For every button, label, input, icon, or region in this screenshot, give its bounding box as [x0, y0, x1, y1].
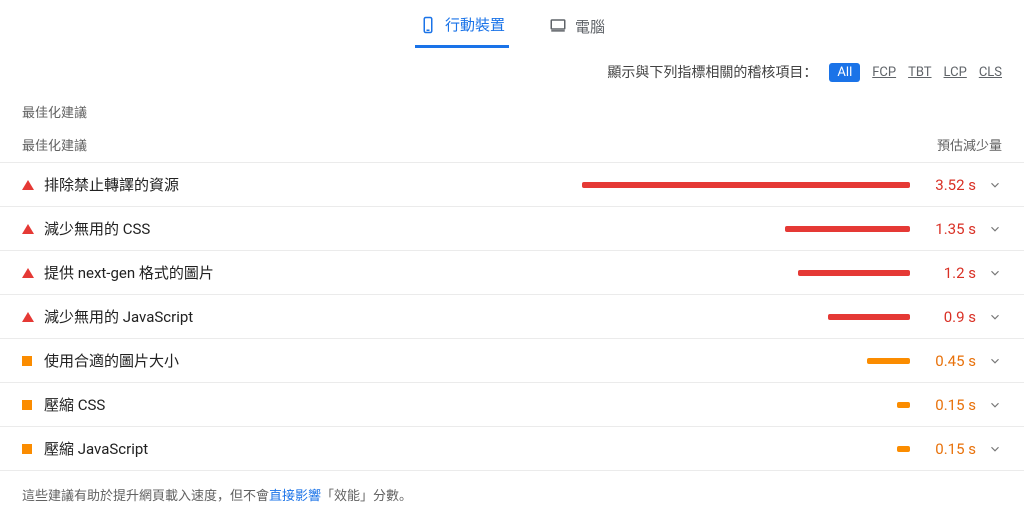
footnote: 這些建議有助於提升網頁載入速度，但不會直接影響「效能」分數。: [0, 470, 1024, 512]
footnote-text-post: 「效能」分數。: [321, 489, 412, 504]
opportunity-row[interactable]: 使用合適的圖片大小 0.45 s: [0, 338, 1024, 382]
savings-bar-track: [582, 314, 910, 320]
savings-bar: [867, 358, 910, 364]
chevron-down-icon: [976, 354, 1002, 368]
savings-bar: [582, 182, 910, 188]
savings-value: 0.9 s: [910, 308, 976, 326]
metric-filter-chips: All FCP TBT LCP CLS: [829, 63, 1002, 82]
opportunity-row[interactable]: 減少無用的 JavaScript 0.9 s: [0, 294, 1024, 338]
square-icon: [22, 356, 44, 366]
savings-value: 0.15 s: [910, 396, 976, 414]
triangle-icon: [22, 312, 44, 322]
tab-mobile[interactable]: 行動裝置: [415, 6, 509, 48]
opportunity-label: 壓縮 CSS: [44, 394, 582, 415]
opportunity-row[interactable]: 排除禁止轉譯的資源 3.52 s: [0, 162, 1024, 206]
opportunity-label: 使用合適的圖片大小: [44, 350, 582, 371]
savings-bar-track: [582, 358, 910, 364]
savings-value: 0.45 s: [910, 352, 976, 370]
savings-bar: [897, 402, 910, 408]
savings-bar-track: [582, 182, 910, 188]
chevron-down-icon: [976, 442, 1002, 456]
column-name: 最佳化建議: [22, 135, 582, 154]
opportunity-list: 排除禁止轉譯的資源 3.52 s 減少無用的 CSS 1.35 s 提供 next-ge…: [0, 162, 1024, 470]
chevron-down-icon: [976, 266, 1002, 280]
desktop-icon: [549, 17, 567, 35]
opportunity-row[interactable]: 壓縮 JavaScript 0.15 s: [0, 426, 1024, 470]
chevron-down-icon: [976, 178, 1002, 192]
savings-bar: [828, 314, 910, 320]
savings-value: 1.2 s: [910, 264, 976, 282]
opportunity-label: 排除禁止轉譯的資源: [44, 174, 582, 195]
chevron-down-icon: [976, 310, 1002, 324]
opportunity-row[interactable]: 壓縮 CSS 0.15 s: [0, 382, 1024, 426]
opportunity-table-header: 最佳化建議 預估減少量: [0, 129, 1024, 162]
chip-tbt[interactable]: TBT: [908, 65, 931, 80]
savings-value: 1.35 s: [910, 220, 976, 238]
savings-bar-track: [582, 446, 910, 452]
savings-value: 0.15 s: [910, 440, 976, 458]
savings-bar-track: [582, 226, 910, 232]
triangle-icon: [22, 268, 44, 278]
opportunity-row[interactable]: 提供 next-gen 格式的圖片 1.2 s: [0, 250, 1024, 294]
chip-lcp[interactable]: LCP: [944, 65, 967, 80]
triangle-icon: [22, 224, 44, 234]
chevron-down-icon: [976, 222, 1002, 236]
chip-all[interactable]: All: [829, 63, 860, 82]
opportunity-row[interactable]: 減少無用的 CSS 1.35 s: [0, 206, 1024, 250]
savings-bar: [785, 226, 910, 232]
mobile-icon: [419, 16, 437, 34]
metric-filter-row: 顯示與下列指標相關的稽核項目： All FCP TBT LCP CLS: [0, 48, 1024, 86]
savings-bar: [897, 446, 910, 452]
device-tabs: 行動裝置 電腦: [0, 0, 1024, 48]
opportunity-label: 減少無用的 JavaScript: [44, 306, 582, 327]
chip-cls[interactable]: CLS: [979, 65, 1002, 80]
section-title: 最佳化建議: [0, 86, 1024, 129]
triangle-icon: [22, 180, 44, 190]
tab-mobile-label: 行動裝置: [445, 14, 505, 35]
savings-bar: [798, 270, 910, 276]
opportunity-label: 壓縮 JavaScript: [44, 438, 582, 459]
tab-desktop[interactable]: 電腦: [545, 6, 609, 48]
savings-bar-track: [582, 402, 910, 408]
footnote-link[interactable]: 直接影響: [269, 489, 321, 504]
chevron-down-icon: [976, 398, 1002, 412]
square-icon: [22, 400, 44, 410]
tab-desktop-label: 電腦: [575, 16, 605, 37]
opportunity-label: 提供 next-gen 格式的圖片: [44, 262, 582, 283]
footnote-text-pre: 這些建議有助於提升網頁載入速度，但不會: [22, 489, 269, 504]
column-savings: 預估減少量: [914, 135, 1002, 154]
opportunity-label: 減少無用的 CSS: [44, 218, 582, 239]
metric-filter-label: 顯示與下列指標相關的稽核項目：: [607, 62, 817, 82]
savings-value: 3.52 s: [910, 176, 976, 194]
square-icon: [22, 444, 44, 454]
chip-fcp[interactable]: FCP: [872, 65, 896, 80]
savings-bar-track: [582, 270, 910, 276]
